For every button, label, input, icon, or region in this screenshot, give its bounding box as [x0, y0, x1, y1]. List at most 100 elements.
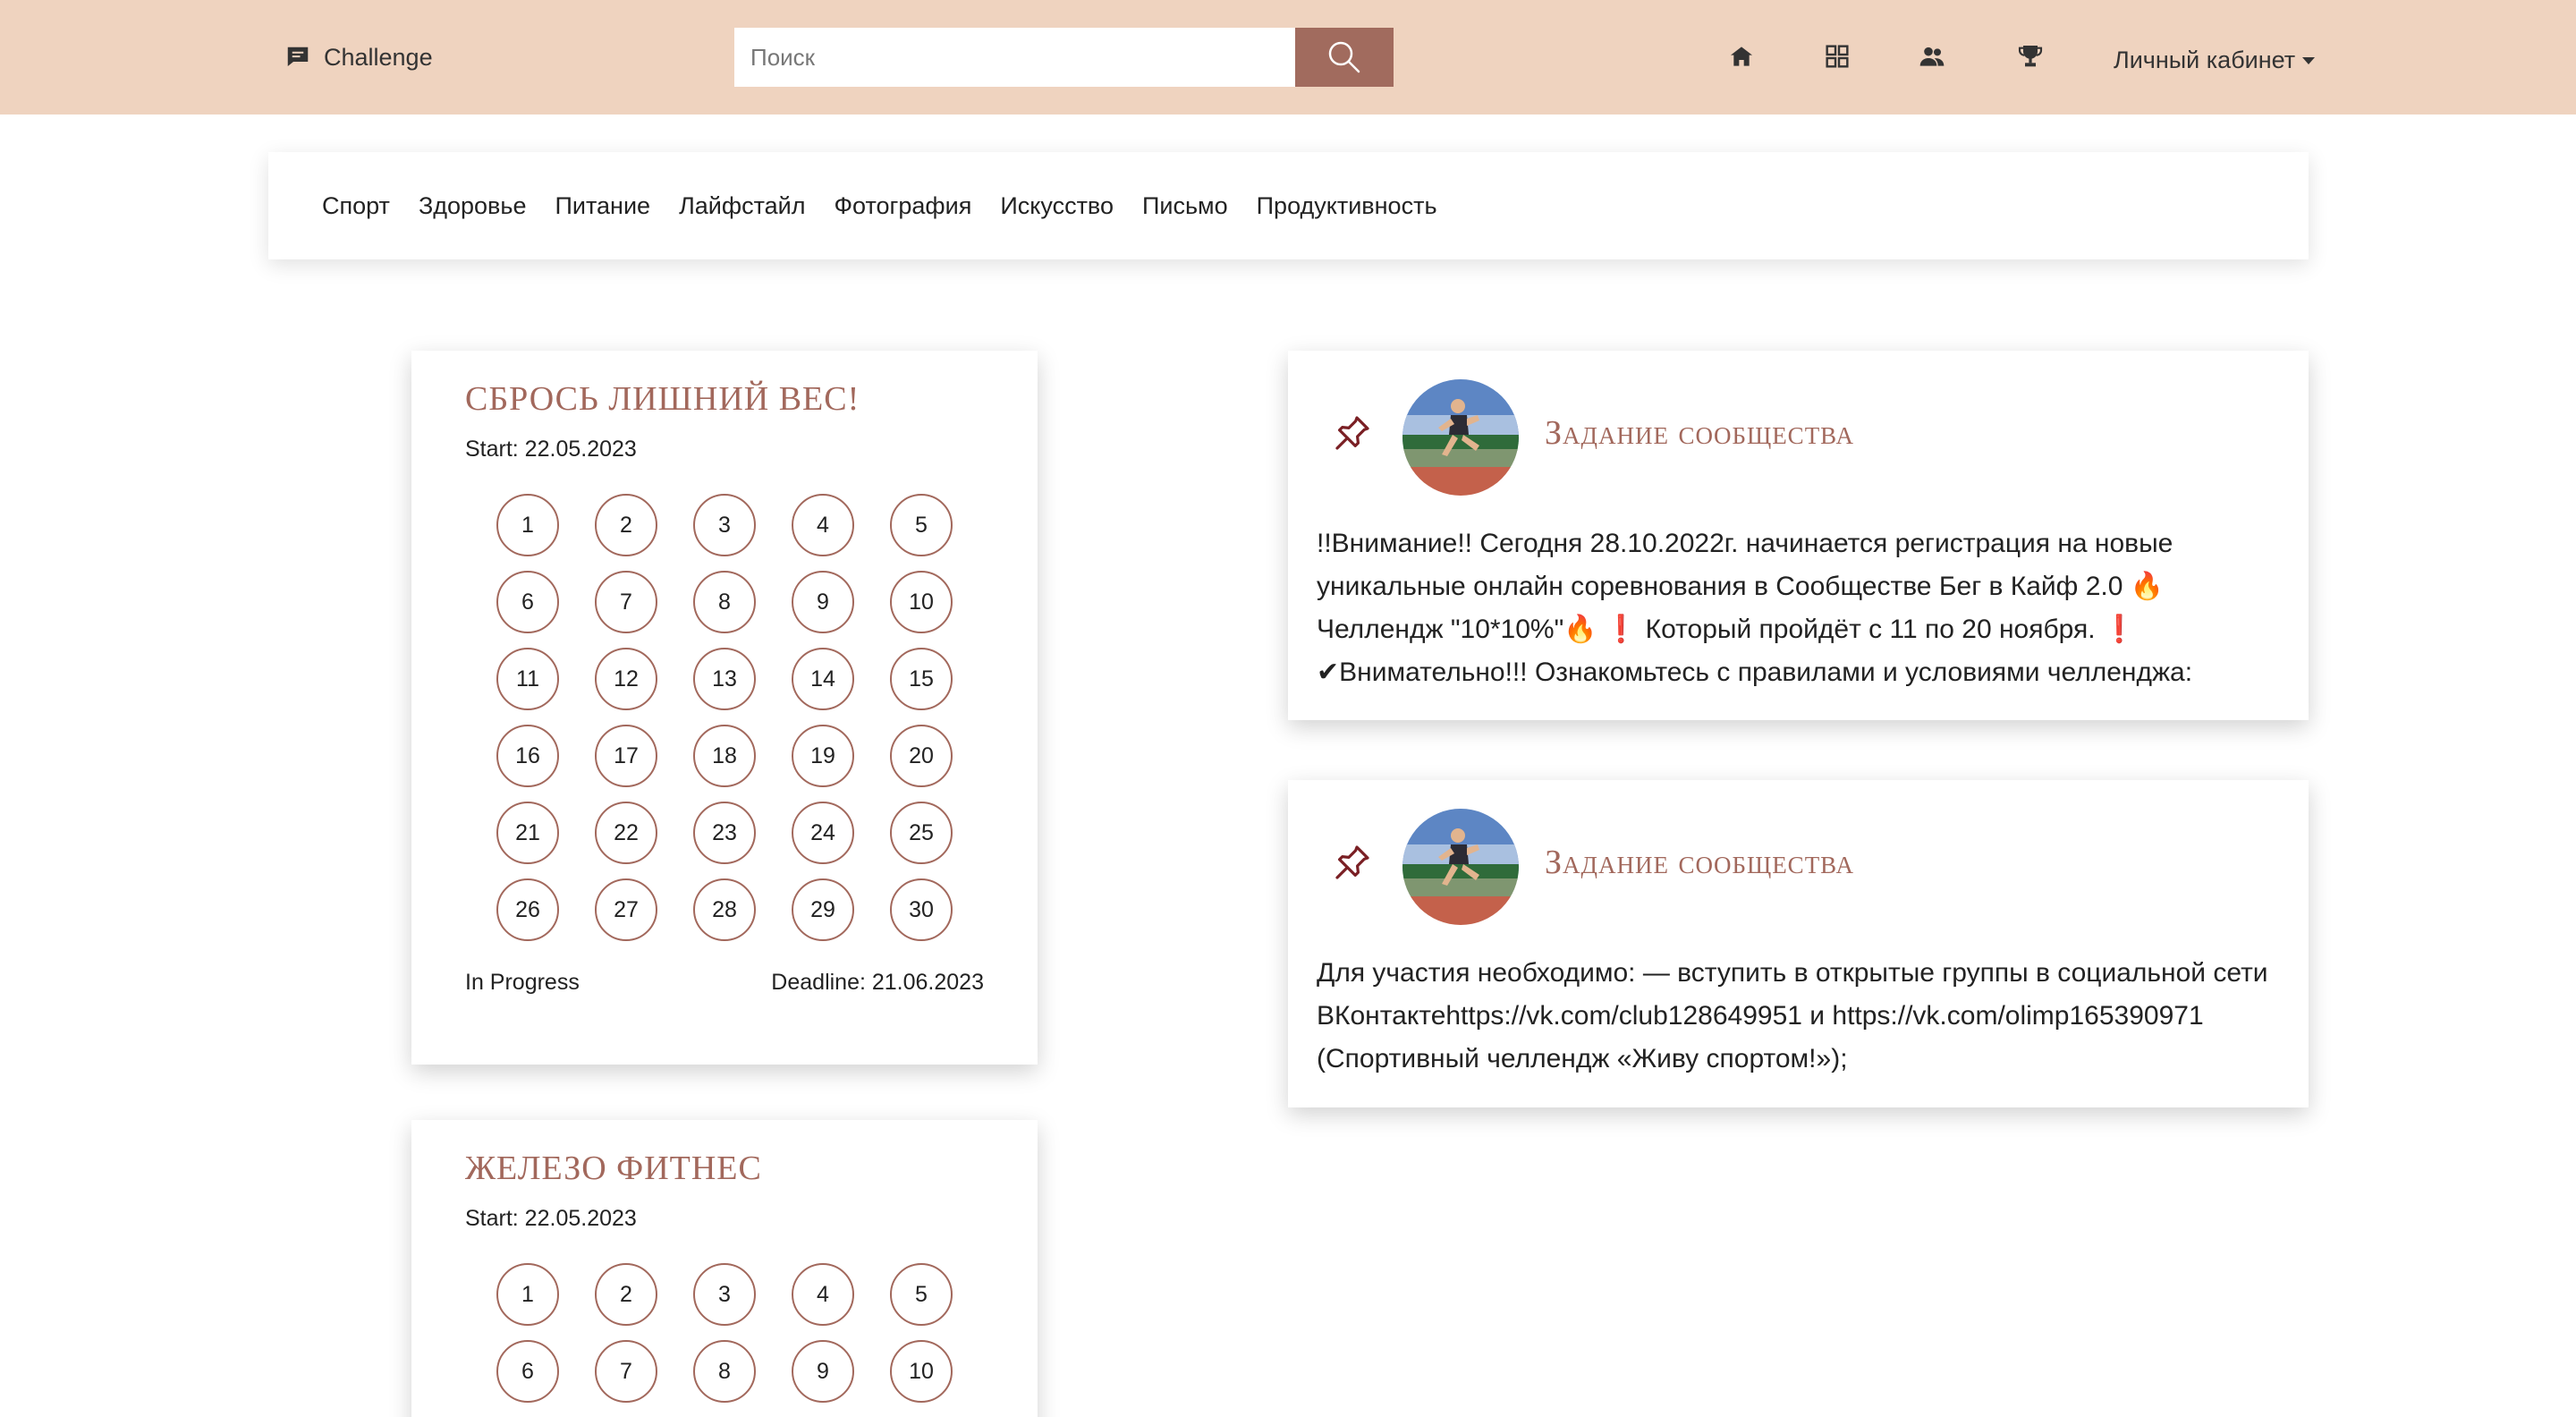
task-text-line: уникальные онлайн соревнования в Сообщес…: [1317, 572, 2165, 601]
caret-down-icon: [2302, 56, 2316, 64]
trophy-icon: [2018, 46, 2043, 67]
day-circle[interactable]: 20: [890, 725, 953, 787]
account-label: Личный кабинет: [2114, 47, 2296, 73]
catalog-button[interactable]: [1820, 39, 1854, 73]
challenge-start-date: Start: 22.05.2023: [465, 1206, 637, 1231]
search-button[interactable]: [1295, 28, 1394, 87]
day-circle[interactable]: 8: [693, 1340, 756, 1403]
day-circle[interactable]: 25: [890, 802, 953, 864]
brand-label: Challenge: [324, 43, 433, 71]
day-circle[interactable]: 6: [496, 571, 559, 633]
category-link-writing[interactable]: Письмо: [1142, 192, 1228, 220]
day-circle[interactable]: 10: [890, 571, 953, 633]
day-circle[interactable]: 28: [693, 878, 756, 941]
task-title[interactable]: Задание сообщества: [1545, 413, 1854, 453]
challenge-day-grid: 1 2 3 4 5 6 7 8 9 10: [496, 1263, 953, 1403]
day-circle[interactable]: 4: [792, 494, 854, 556]
day-circle[interactable]: 12: [595, 648, 657, 710]
challenge-deadline: Deadline: 21.06.2023: [771, 970, 984, 995]
day-circle[interactable]: 30: [890, 878, 953, 941]
pin-icon: [1335, 845, 1369, 879]
day-circle[interactable]: 14: [792, 648, 854, 710]
day-circle[interactable]: 1: [496, 494, 559, 556]
challenge-start-date: Start: 22.05.2023: [465, 437, 637, 462]
day-circle[interactable]: 3: [693, 1263, 756, 1326]
community-task-card: Задание сообщества !!Внимание!! Сегодня …: [1288, 351, 2309, 720]
task-text-line: !!Внимание!! Сегодня 28.10.2022г. начина…: [1317, 529, 2174, 558]
category-link-lifestyle[interactable]: Лайфстайл: [679, 192, 805, 220]
day-circle[interactable]: 24: [792, 802, 854, 864]
day-circle[interactable]: 23: [693, 802, 756, 864]
day-circle[interactable]: 19: [792, 725, 854, 787]
day-circle[interactable]: 21: [496, 802, 559, 864]
runner-photo: [1402, 379, 1519, 496]
day-circle[interactable]: 6: [496, 1340, 559, 1403]
account-dropdown[interactable]: Личный кабинет: [2114, 47, 2316, 74]
task-text: Для участия необходимо: — вступить в отк…: [1317, 952, 2292, 1081]
pin-button[interactable]: [1331, 841, 1374, 884]
task-text-line: ВКонтактеhttps://vk.com/club128649951 и …: [1317, 1001, 2204, 1031]
challenge-title[interactable]: СБРОСЬ ЛИШНИЙ ВЕС!: [465, 379, 860, 419]
day-circle[interactable]: 18: [693, 725, 756, 787]
challenge-footer: In Progress Deadline: 21.06.2023: [465, 970, 984, 996]
achievements-button[interactable]: [2013, 39, 2047, 73]
search-icon: [1328, 41, 1360, 73]
day-circle[interactable]: 17: [595, 725, 657, 787]
runner-photo: [1402, 809, 1519, 925]
top-navbar: Challenge Личный кабинет: [0, 0, 2576, 115]
day-circle[interactable]: 13: [693, 648, 756, 710]
community-button[interactable]: [1915, 39, 1949, 73]
pin-icon: [1335, 416, 1369, 450]
day-circle[interactable]: 2: [595, 494, 657, 556]
grid-icon: [1826, 45, 1849, 68]
day-circle[interactable]: 1: [496, 1263, 559, 1326]
category-link-nutrition[interactable]: Питание: [555, 192, 650, 220]
day-circle[interactable]: 9: [792, 1340, 854, 1403]
home-button[interactable]: [1724, 39, 1758, 73]
day-circle[interactable]: 3: [693, 494, 756, 556]
task-title[interactable]: Задание сообщества: [1545, 843, 1854, 882]
pin-button[interactable]: [1331, 412, 1374, 454]
day-circle[interactable]: 5: [890, 494, 953, 556]
day-circle[interactable]: 8: [693, 571, 756, 633]
day-circle[interactable]: 16: [496, 725, 559, 787]
day-circle[interactable]: 9: [792, 571, 854, 633]
challenge-day-grid: 1 2 3 4 5 6 7 8 9 10 11 12 13 14 15 16 1…: [496, 494, 953, 941]
day-circle[interactable]: 2: [595, 1263, 657, 1326]
category-nav: Спорт Здоровье Питание Лайфстайл Фотогра…: [268, 152, 2309, 259]
challenge-card[interactable]: СБРОСЬ ЛИШНИЙ ВЕС! Start: 22.05.2023 1 2…: [411, 351, 1038, 1065]
community-task-card: Задание сообщества Для участия необходим…: [1288, 780, 2309, 1107]
search-form: [734, 28, 1394, 87]
challenge-status: In Progress: [465, 970, 580, 995]
task-text-line: ✔Внимательно!!! Ознакомьтесь с правилами…: [1317, 658, 2193, 687]
challenge-title[interactable]: ЖЕЛЕЗО ФИТНЕС: [465, 1149, 762, 1188]
brand-link[interactable]: Challenge: [284, 39, 433, 75]
task-text-line: (Спортивный челлендж «Живу спортом!»);: [1317, 1044, 1848, 1073]
task-text-line: Челлендж "10*10%"🔥 ❗ Который пройдёт с 1…: [1317, 615, 2137, 644]
chat-icon: [287, 47, 309, 66]
day-circle[interactable]: 26: [496, 878, 559, 941]
community-avatar: [1402, 809, 1519, 925]
category-link-photography[interactable]: Фотография: [835, 192, 972, 220]
category-link-sport[interactable]: Спорт: [322, 192, 390, 220]
users-icon: [1919, 47, 1945, 66]
day-circle[interactable]: 22: [595, 802, 657, 864]
challenge-card[interactable]: ЖЕЛЕЗО ФИТНЕС Start: 22.05.2023 1 2 3 4 …: [411, 1120, 1038, 1417]
task-text-line: Для участия необходимо: — вступить в отк…: [1317, 958, 2268, 988]
home-icon: [1731, 47, 1752, 66]
day-circle[interactable]: 7: [595, 1340, 657, 1403]
category-link-productivity[interactable]: Продуктивность: [1257, 192, 1437, 220]
day-circle[interactable]: 11: [496, 648, 559, 710]
task-text: !!Внимание!! Сегодня 28.10.2022г. начина…: [1317, 522, 2292, 694]
category-link-art[interactable]: Искусство: [1000, 192, 1114, 220]
day-circle[interactable]: 27: [595, 878, 657, 941]
community-avatar: [1402, 379, 1519, 496]
category-link-health[interactable]: Здоровье: [419, 192, 527, 220]
day-circle[interactable]: 7: [595, 571, 657, 633]
day-circle[interactable]: 15: [890, 648, 953, 710]
day-circle[interactable]: 29: [792, 878, 854, 941]
day-circle[interactable]: 4: [792, 1263, 854, 1326]
day-circle[interactable]: 10: [890, 1340, 953, 1403]
search-input[interactable]: [734, 28, 1295, 87]
day-circle[interactable]: 5: [890, 1263, 953, 1326]
